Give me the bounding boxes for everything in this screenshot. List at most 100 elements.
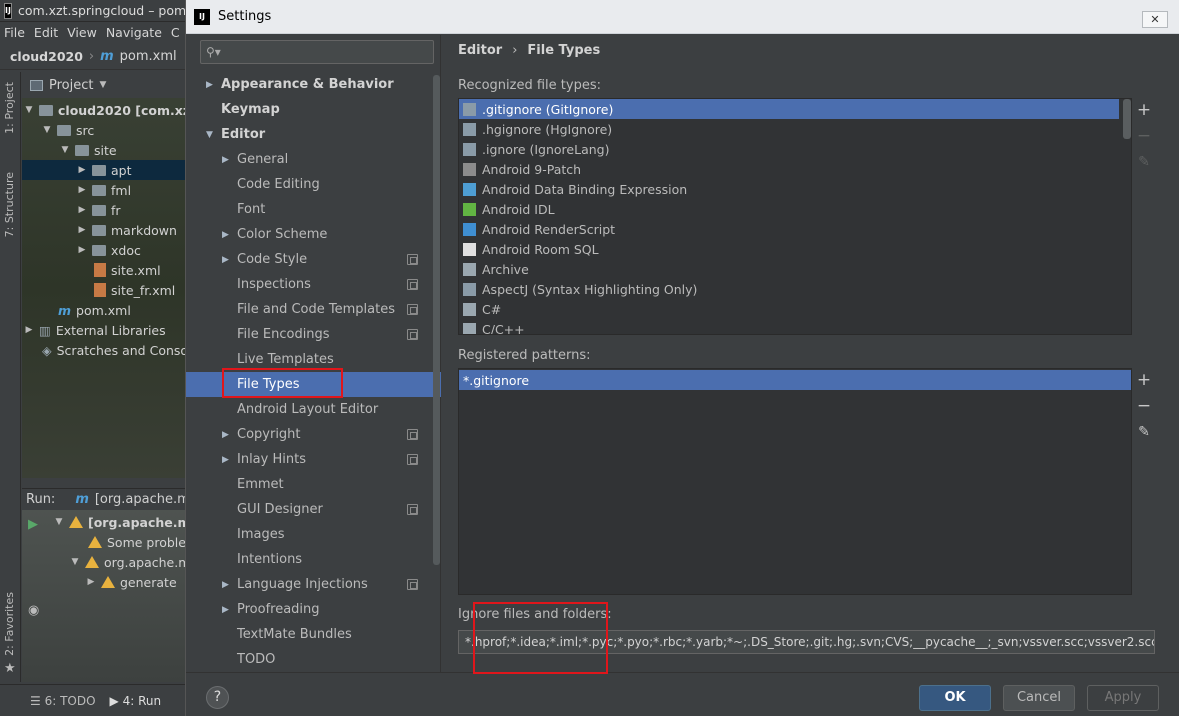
file-type-row[interactable]: Android Room SQL	[459, 239, 1119, 259]
file-type-row[interactable]: Android 9-Patch	[459, 159, 1119, 179]
edit-pattern-button[interactable]: ✎	[1133, 421, 1155, 443]
chevron-right-icon[interactable]: ▶	[222, 255, 229, 265]
menu-view[interactable]: View	[67, 25, 97, 40]
apply-button[interactable]: Apply	[1087, 685, 1159, 711]
run-item[interactable]: ▶ generate	[86, 572, 177, 592]
tree-node-fr[interactable]: ▶ fr	[77, 200, 121, 220]
nav-item-copyright[interactable]: ▶ Copyright	[186, 422, 430, 447]
tree-node-root[interactable]: ▼ cloud2020 [com.xzt.s	[24, 100, 186, 120]
tree-node-pom[interactable]: m pom.xml	[58, 300, 131, 320]
nav-item-proofreading[interactable]: ▶ Proofreading	[186, 597, 430, 622]
nav-item-images[interactable]: Images	[186, 522, 430, 547]
chevron-down-icon[interactable]: ▼	[24, 105, 34, 115]
file-type-row[interactable]: .hgignore (HgIgnore)	[459, 119, 1119, 139]
file-type-row[interactable]: Archive	[459, 259, 1119, 279]
ignore-files-input[interactable]: *.hprof;*.idea;*.iml;*.pyc;*.pyo;*.rbc;*…	[458, 630, 1155, 654]
nav-item-appearance-behavior[interactable]: ▶ Appearance & Behavior	[186, 72, 430, 97]
file-type-row[interactable]: C/C++	[459, 319, 1119, 334]
remove-file-type-button[interactable]: −	[1133, 125, 1155, 147]
run-item[interactable]: ▼ org.apache.m	[70, 552, 186, 572]
breadcrumb-file[interactable]: pom.xml	[120, 49, 177, 64]
chevron-down-icon[interactable]: ▼	[60, 145, 70, 155]
chevron-right-icon[interactable]: ▶	[222, 230, 229, 240]
file-types-scrollbar[interactable]	[1123, 99, 1131, 139]
chevron-right-icon[interactable]: ▶	[206, 80, 213, 90]
menu-code[interactable]: C	[171, 25, 180, 40]
nav-item-android-layout-editor[interactable]: Android Layout Editor	[186, 397, 430, 422]
tree-node-fml[interactable]: ▶ fml	[77, 180, 132, 200]
tree-node-src[interactable]: ▼ src	[42, 120, 95, 140]
tab-run[interactable]: ▶ 4: Run	[110, 694, 162, 708]
tab-project[interactable]: 1: Project	[3, 82, 16, 134]
chevron-right-icon[interactable]: ▶	[77, 165, 87, 175]
tree-node-xdoc[interactable]: ▶ xdoc	[77, 240, 141, 260]
run-play-icon[interactable]: ▶	[28, 517, 38, 532]
remove-pattern-button[interactable]: −	[1133, 395, 1155, 417]
run-item[interactable]: ▼ [org.apache.ma	[54, 512, 186, 532]
project-panel-label[interactable]: Project	[49, 78, 93, 93]
tab-favorites[interactable]: 2: Favorites	[3, 592, 16, 656]
nav-item-code-style[interactable]: ▶ Code Style	[186, 247, 430, 272]
nav-item-file-and-code-templates[interactable]: File and Code Templates	[186, 297, 430, 322]
chevron-down-icon[interactable]: ▼	[99, 80, 106, 90]
eye-icon[interactable]: ◉	[28, 603, 39, 618]
file-type-row[interactable]: AspectJ (Syntax Highlighting Only)	[459, 279, 1119, 299]
nav-item-inlay-hints[interactable]: ▶ Inlay Hints	[186, 447, 430, 472]
tab-structure[interactable]: 7: Structure	[3, 172, 16, 237]
tree-node-markdown[interactable]: ▶ markdown	[77, 220, 177, 240]
menu-edit[interactable]: Edit	[34, 25, 58, 40]
chevron-right-icon[interactable]: ▶	[86, 577, 96, 587]
nav-item-language-injections[interactable]: ▶ Language Injections	[186, 572, 430, 597]
nav-item-live-templates[interactable]: Live Templates	[186, 347, 430, 372]
file-type-row[interactable]: Android Data Binding Expression	[459, 179, 1119, 199]
chevron-down-icon[interactable]: ▼	[42, 125, 52, 135]
close-button[interactable]: ✕	[1142, 11, 1168, 28]
chevron-right-icon[interactable]: ▶	[222, 455, 229, 465]
cancel-button[interactable]: Cancel	[1003, 685, 1075, 711]
nav-item-inspections[interactable]: Inspections	[186, 272, 430, 297]
chevron-right-icon[interactable]: ▶	[77, 225, 87, 235]
run-tab[interactable]: [org.apache.ma	[95, 492, 186, 507]
chevron-right-icon[interactable]: ▶	[222, 580, 229, 590]
tree-node-scratches[interactable]: ◈ Scratches and Conso	[42, 340, 186, 360]
nav-item-general[interactable]: ▶ General	[186, 147, 430, 172]
tree-node-external-libraries[interactable]: ▶ ▥ External Libraries	[24, 320, 166, 340]
add-file-type-button[interactable]: +	[1133, 99, 1155, 121]
chevron-right-icon[interactable]: ▶	[222, 605, 229, 615]
nav-item-file-types[interactable]: File Types	[186, 372, 441, 397]
tree-node-site-xml[interactable]: site.xml	[94, 260, 161, 280]
file-type-row[interactable]: Android IDL	[459, 199, 1119, 219]
nav-item-code-editing[interactable]: Code Editing	[186, 172, 430, 197]
nav-item-todo[interactable]: TODO	[186, 647, 430, 672]
tree-node-apt[interactable]: ▶ apt	[77, 160, 132, 180]
nav-item-editor[interactable]: ▼ Editor	[186, 122, 430, 147]
file-type-row[interactable]: Android RenderScript	[459, 219, 1119, 239]
chevron-right-icon[interactable]: ▶	[222, 430, 229, 440]
chevron-right-icon[interactable]: ▶	[77, 185, 87, 195]
breadcrumb-project[interactable]: cloud2020	[10, 49, 83, 64]
chevron-down-icon[interactable]: ▼	[206, 130, 213, 140]
help-button[interactable]: ?	[206, 686, 229, 709]
tab-todo[interactable]: ☰ 6: TODO	[30, 694, 96, 708]
patterns-list[interactable]: *.gitignore	[458, 368, 1132, 595]
star-icon[interactable]: ★	[4, 661, 16, 676]
chevron-right-icon[interactable]: ▶	[222, 155, 229, 165]
file-type-row[interactable]: C#	[459, 299, 1119, 319]
nav-item-gui-designer[interactable]: GUI Designer	[186, 497, 430, 522]
nav-scrollbar[interactable]	[433, 75, 440, 565]
nav-item-color-scheme[interactable]: ▶ Color Scheme	[186, 222, 430, 247]
tree-node-site-fr-xml[interactable]: site_fr.xml	[94, 280, 175, 300]
settings-search-input[interactable]: ⚲▾	[200, 40, 434, 64]
menu-navigate[interactable]: Navigate	[106, 25, 162, 40]
file-types-list[interactable]: .gitignore (GitIgnore) .hgignore (HgIgnor…	[458, 98, 1132, 335]
chevron-down-icon[interactable]: ▼	[70, 557, 80, 567]
menu-file[interactable]: File	[4, 25, 25, 40]
pattern-row[interactable]: *.gitignore	[459, 370, 1131, 390]
add-pattern-button[interactable]: +	[1133, 369, 1155, 391]
ok-button[interactable]: OK	[919, 685, 991, 711]
chevron-right-icon[interactable]: ▶	[77, 205, 87, 215]
nav-item-file-encodings[interactable]: File Encodings	[186, 322, 430, 347]
file-type-row[interactable]: .gitignore (GitIgnore)	[459, 99, 1119, 119]
run-item[interactable]: Some proble	[88, 532, 186, 552]
nav-item-emmet[interactable]: Emmet	[186, 472, 430, 497]
